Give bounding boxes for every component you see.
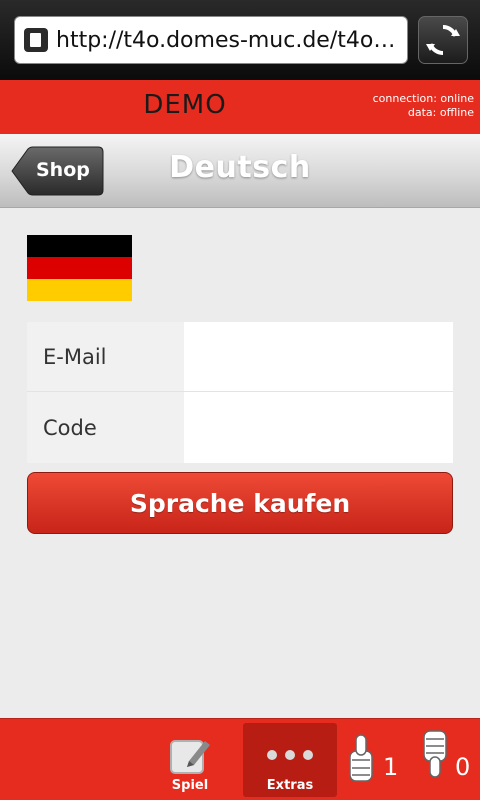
more-dots-icon xyxy=(267,750,313,760)
flag-stripe-black xyxy=(27,235,132,257)
address-bar[interactable]: http://t4o.domes-muc.de/t4o/in... xyxy=(14,16,408,64)
thumbs-up-icon xyxy=(349,734,373,782)
like-count: 1 xyxy=(383,753,399,781)
flag-stripe-red xyxy=(27,257,132,279)
german-flag xyxy=(27,235,132,301)
code-row: Code xyxy=(27,392,453,463)
reload-icon xyxy=(426,24,460,56)
browser-toolbar: http://t4o.domes-muc.de/t4o/in... xyxy=(0,0,480,80)
dislike-rating[interactable]: 0 xyxy=(420,729,476,791)
email-field[interactable] xyxy=(184,322,453,391)
tab-spiel-label: Spiel xyxy=(171,778,209,793)
status-panel: connection: online data: offline xyxy=(373,92,474,120)
email-label: E-Mail xyxy=(27,322,184,391)
tab-spiel[interactable]: Spiel xyxy=(143,723,237,797)
tab-extras[interactable]: Extras xyxy=(243,723,337,797)
connection-status: connection: online xyxy=(372,92,474,105)
tab-extras-label: Extras xyxy=(266,778,314,793)
flag-stripe-gold xyxy=(27,279,132,301)
code-label: Code xyxy=(27,392,184,463)
reload-button[interactable] xyxy=(418,16,468,64)
buy-language-button[interactable]: Sprache kaufen xyxy=(27,472,453,534)
url-text[interactable]: http://t4o.domes-muc.de/t4o/in... xyxy=(56,28,407,53)
dislike-count: 0 xyxy=(455,753,471,781)
email-row: E-Mail xyxy=(27,322,453,392)
purchase-form: E-Mail Code xyxy=(27,322,453,463)
app-title: DEMO xyxy=(143,90,227,120)
bottom-tab-bar: Spiel Extras 1 0 xyxy=(0,718,480,800)
app-header: DEMO connection: online data: offline xyxy=(0,80,480,134)
nav-toolbar: Shop Deutsch xyxy=(0,134,480,208)
edit-icon xyxy=(170,740,210,774)
code-field[interactable] xyxy=(184,392,453,463)
like-rating[interactable]: 1 xyxy=(346,729,402,791)
thumbs-down-icon xyxy=(423,730,447,778)
site-favicon-icon xyxy=(24,28,48,52)
data-status: data: offline xyxy=(407,106,474,119)
page-title: Deutsch xyxy=(169,150,311,185)
